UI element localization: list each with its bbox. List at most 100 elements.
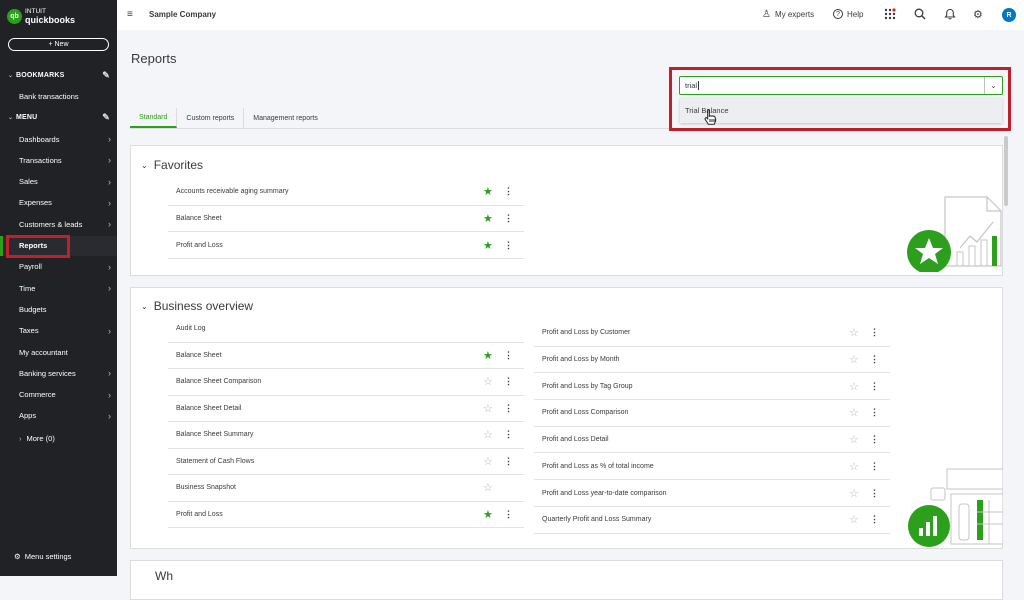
more-options-icon[interactable]: ⋮	[504, 429, 513, 440]
report-link[interactable]: Profit and Loss by Customer	[534, 329, 630, 336]
sidebar-item-dashboards[interactable]: Dashboards ›	[0, 129, 117, 149]
star-outline-icon[interactable]: ☆	[483, 402, 493, 415]
star-outline-icon[interactable]: ☆	[849, 353, 859, 366]
tab-management-reports[interactable]: Management reports	[244, 108, 327, 128]
sidebar-item-more[interactable]: › More (0)	[0, 428, 117, 448]
star-outline-icon[interactable]: ☆	[849, 406, 859, 419]
notifications-bell-icon[interactable]	[944, 8, 956, 23]
star-outline-icon[interactable]: ☆	[849, 487, 859, 500]
report-link[interactable]: Balance Sheet	[168, 352, 222, 359]
report-row-statement-of-cash-flows[interactable]: Statement of Cash Flows ☆ ⋮	[168, 449, 524, 475]
business-overview-header[interactable]: ⌄ Business overview	[141, 299, 253, 313]
report-row-profit-and-loss[interactable]: Profit and Loss ★ ⋮	[168, 502, 524, 528]
more-options-icon[interactable]: ⋮	[870, 354, 879, 365]
report-link[interactable]: Audit Log	[168, 325, 206, 332]
star-filled-icon[interactable]: ★	[483, 212, 493, 225]
more-options-icon[interactable]: ⋮	[870, 514, 879, 525]
user-avatar[interactable]: R	[1002, 8, 1016, 22]
content-scrollbar[interactable]	[1004, 136, 1008, 206]
report-link[interactable]: Business Snapshot	[168, 484, 236, 491]
sidebar-item-time[interactable]: Time ›	[0, 278, 117, 298]
sidebar-item-bank-transactions[interactable]: Bank transactions	[0, 86, 117, 106]
star-outline-icon[interactable]: ☆	[849, 380, 859, 393]
report-row-profit-and-loss-by-tag-group[interactable]: Profit and Loss by Tag Group ☆ ⋮	[534, 373, 890, 401]
star-filled-icon[interactable]: ★	[483, 185, 493, 198]
edit-menu-icon[interactable]: ✎	[102, 112, 110, 123]
sidebar-item-taxes[interactable]: Taxes ›	[0, 321, 117, 341]
star-filled-icon[interactable]: ★	[483, 349, 493, 362]
star-filled-icon[interactable]: ★	[483, 239, 493, 252]
menu-section-header[interactable]: ⌄ MENU ✎	[0, 111, 117, 124]
more-options-icon[interactable]: ⋮	[504, 240, 513, 251]
report-link[interactable]: Profit and Loss Detail	[534, 436, 609, 443]
edit-bookmarks-icon[interactable]: ✎	[102, 70, 110, 81]
new-button[interactable]: + New	[8, 38, 109, 51]
search-icon[interactable]	[914, 8, 926, 23]
sidebar-item-customers-leads[interactable]: Customers & leads ›	[0, 214, 117, 234]
favorites-header[interactable]: ⌄ Favorites	[141, 158, 203, 172]
star-outline-icon[interactable]: ☆	[483, 375, 493, 388]
report-link[interactable]: Balance Sheet	[168, 215, 222, 222]
report-link[interactable]: Balance Sheet Comparison	[168, 378, 261, 385]
settings-gear-icon[interactable]: ⚙	[973, 8, 983, 21]
more-options-icon[interactable]: ⋮	[870, 461, 879, 472]
more-options-icon[interactable]: ⋮	[870, 327, 879, 338]
more-options-icon[interactable]: ⋮	[504, 350, 513, 361]
star-filled-icon[interactable]: ★	[483, 508, 493, 521]
sidebar-item-budgets[interactable]: Budgets	[0, 299, 117, 319]
sidebar-item-my-accountant[interactable]: My accountant	[0, 342, 117, 362]
sidebar-item-payroll[interactable]: Payroll ›	[0, 257, 117, 277]
sidebar-item-banking-services[interactable]: Banking services ›	[0, 363, 117, 383]
more-options-icon[interactable]: ⋮	[504, 186, 513, 197]
report-link[interactable]: Profit and Loss as % of total income	[534, 463, 654, 470]
star-outline-icon[interactable]: ☆	[483, 481, 493, 494]
star-outline-icon[interactable]: ☆	[483, 455, 493, 468]
menu-settings-link[interactable]: ⚙ Menu settings	[14, 552, 71, 561]
report-row-balance-sheet[interactable]: Balance Sheet ★ ⋮	[168, 206, 524, 233]
report-row-profit-and-loss[interactable]: Profit and Loss ★ ⋮	[168, 232, 524, 260]
report-link[interactable]: Balance Sheet Summary	[168, 431, 253, 438]
more-options-icon[interactable]: ⋮	[504, 509, 513, 520]
report-link[interactable]: Profit and Loss by Tag Group	[534, 383, 633, 390]
report-row-profit-and-loss-comparison[interactable]: Profit and Loss Comparison ☆ ⋮	[534, 400, 890, 427]
apps-grid-icon[interactable]	[884, 8, 896, 23]
report-row-balance-sheet-comparison[interactable]: Balance Sheet Comparison ☆ ⋮	[168, 369, 524, 396]
report-row-profit-and-loss-year-to-date-comparison[interactable]: Profit and Loss year-to-date comparison ☆…	[534, 480, 890, 507]
sidebar-item-apps[interactable]: Apps ›	[0, 406, 117, 426]
star-outline-icon[interactable]: ☆	[849, 513, 859, 526]
quickbooks-logo[interactable]: qb INTUIT quickbooks	[7, 8, 75, 25]
more-options-icon[interactable]: ⋮	[870, 434, 879, 445]
report-row-profit-and-loss-by-month[interactable]: Profit and Loss by Month ☆ ⋮	[534, 347, 890, 374]
report-row-business-snapshot[interactable]: Business Snapshot ☆	[168, 475, 524, 502]
report-row-balance-sheet-summary[interactable]: Balance Sheet Summary ☆ ⋮	[168, 422, 524, 449]
star-outline-icon[interactable]: ☆	[849, 326, 859, 339]
report-link[interactable]: Profit and Loss by Month	[534, 356, 619, 363]
more-options-icon[interactable]: ⋮	[504, 456, 513, 467]
report-link[interactable]: Profit and Loss	[168, 242, 223, 249]
more-options-icon[interactable]: ⋮	[870, 488, 879, 499]
report-link[interactable]: Balance Sheet Detail	[168, 405, 241, 412]
more-options-icon[interactable]: ⋮	[504, 376, 513, 387]
report-row-quarterly-profit-and-loss-summary[interactable]: Quarterly Profit and Loss Summary ☆ ⋮	[534, 507, 890, 534]
report-row-accounts-receivable-aging-summary[interactable]: Accounts receivable aging summary ★ ⋮	[168, 179, 524, 206]
report-row-profit-and-loss-detail[interactable]: Profit and Loss Detail ☆ ⋮	[534, 427, 890, 454]
report-row-profit-and-loss-as-of-total-income[interactable]: Profit and Loss as % of total income ☆ ⋮	[534, 454, 890, 481]
report-link[interactable]: Profit and Loss Comparison	[534, 409, 628, 416]
report-row-audit-log[interactable]: Audit Log	[168, 316, 524, 343]
tab-custom-reports[interactable]: Custom reports	[177, 108, 245, 128]
star-outline-icon[interactable]: ☆	[849, 460, 859, 473]
report-row-profit-and-loss-by-customer[interactable]: Profit and Loss by Customer ☆ ⋮	[534, 320, 890, 347]
star-outline-icon[interactable]: ☆	[483, 428, 493, 441]
report-link[interactable]: Accounts receivable aging summary	[168, 188, 288, 195]
bookmarks-section-header[interactable]: ⌄ BOOKMARKS ✎	[0, 69, 117, 82]
report-link[interactable]: Quarterly Profit and Loss Summary	[534, 516, 651, 523]
more-options-icon[interactable]: ⋮	[870, 407, 879, 418]
more-options-icon[interactable]: ⋮	[504, 403, 513, 414]
more-options-icon[interactable]: ⋮	[504, 213, 513, 224]
report-row-balance-sheet[interactable]: Balance Sheet ★ ⋮	[168, 343, 524, 369]
sidebar-item-expenses[interactable]: Expenses ›	[0, 193, 117, 213]
report-link[interactable]: Statement of Cash Flows	[168, 458, 254, 465]
collapse-menu-icon[interactable]: ≡	[127, 9, 133, 20]
more-options-icon[interactable]: ⋮	[870, 381, 879, 392]
star-outline-icon[interactable]: ☆	[849, 433, 859, 446]
